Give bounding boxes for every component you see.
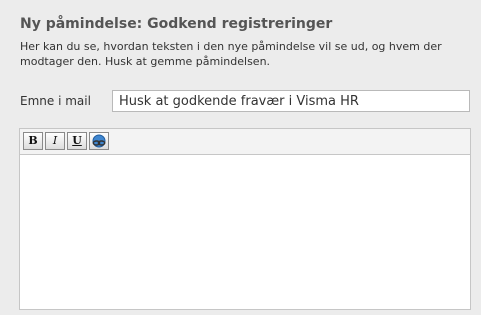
link-icon <box>92 134 106 148</box>
page-title: Ny påmindelse: Godkend registreringer <box>20 16 333 32</box>
reminder-panel: Ny påmindelse: Godkend registreringer He… <box>0 0 481 315</box>
editor-toolbar: B I U <box>20 129 470 155</box>
page-description: Her kan du se, hvordan teksten i den nye… <box>20 40 442 68</box>
insert-link-button[interactable] <box>89 132 109 150</box>
bold-button[interactable]: B <box>23 132 43 150</box>
rich-text-editor: B I U <box>19 128 471 310</box>
subject-label: Emne i mail <box>20 94 91 108</box>
underline-button[interactable]: U <box>67 132 87 150</box>
subject-input[interactable] <box>112 90 470 112</box>
italic-button[interactable]: I <box>45 132 65 150</box>
editor-content-area[interactable] <box>20 155 470 309</box>
